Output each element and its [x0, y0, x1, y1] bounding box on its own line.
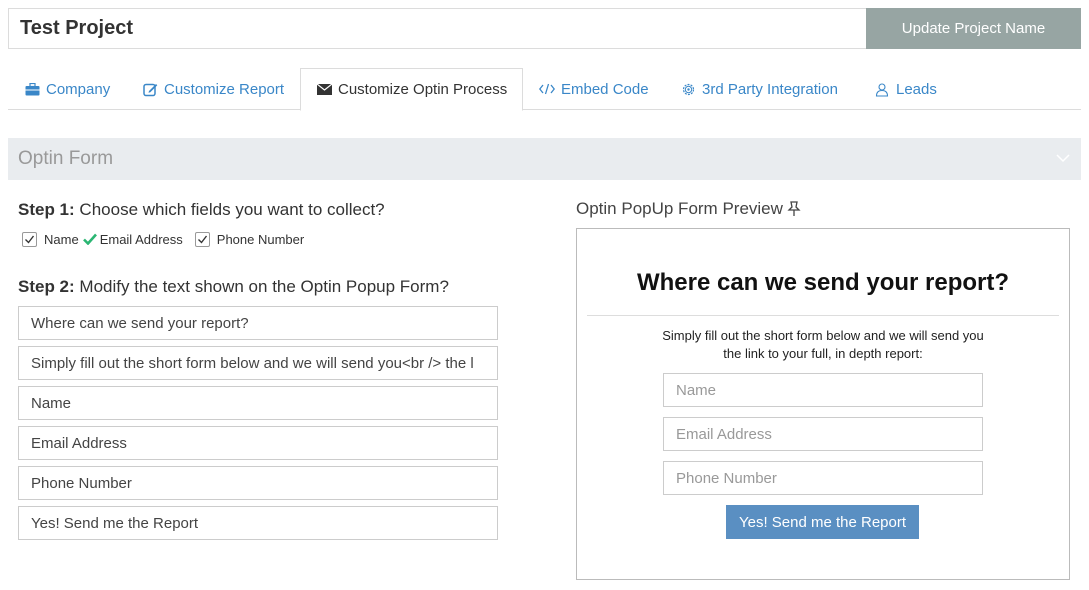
preview-phone-field[interactable]: Phone Number — [663, 461, 983, 495]
email-label-input[interactable]: Email Address — [18, 426, 498, 460]
checkbox-label: Phone Number — [216, 231, 305, 247]
step2-label: Step 2: — [18, 277, 75, 296]
subtext-input[interactable]: Simply fill out the short form below and… — [18, 346, 498, 380]
preview-subtext: Simply fill out the short form below and… — [637, 327, 1009, 363]
checkbox-label: Email Address — [99, 231, 183, 247]
gear-icon — [680, 81, 696, 97]
project-bar: Test Project Update Project Name — [8, 8, 1081, 49]
step2-text: Modify the text shown on the Optin Popup… — [79, 277, 449, 296]
preview-email-field[interactable]: Email Address — [663, 417, 983, 451]
project-title: Test Project — [20, 17, 133, 39]
code-icon — [539, 81, 555, 97]
step1-label: Step 1: — [18, 200, 75, 219]
phone-label-input[interactable]: Phone Number — [18, 466, 498, 500]
tab-embed-code[interactable]: Embed Code — [539, 68, 649, 110]
divider — [587, 315, 1059, 316]
chevron-down-icon — [1055, 150, 1071, 166]
headline-input[interactable]: Where can we send your report? — [18, 306, 498, 340]
envelope-icon — [316, 82, 332, 98]
step1-heading: Step 1: Choose which fields you want to … — [18, 200, 385, 220]
button-text-input[interactable]: Yes! Send me the Report — [18, 506, 498, 540]
preview-name-field[interactable]: Name — [663, 373, 983, 407]
tab-label: Company — [46, 80, 111, 98]
optin-preview: Where can we send your report? Simply fi… — [576, 228, 1070, 580]
tab-customize-optin-process[interactable]: Customize Optin Process — [300, 68, 524, 111]
tab-label: Customize Optin Process — [338, 81, 508, 98]
briefcase-icon — [24, 81, 40, 97]
preview-subtext-line: Simply fill out the short form below and… — [662, 328, 984, 343]
name-label-input[interactable]: Name — [18, 386, 498, 420]
preview-title-text: Optin PopUp Form Preview — [576, 199, 783, 218]
tab-label: Leads — [896, 80, 937, 98]
tab-label: Customize Report — [164, 80, 285, 98]
preview-title: Optin PopUp Form Preview — [576, 199, 801, 219]
tab-leads[interactable]: Leads — [874, 68, 937, 110]
checkbox-phone[interactable] — [194, 231, 210, 247]
users-icon — [874, 81, 890, 97]
section-title: Optin Form — [18, 148, 114, 169]
tab-label: 3rd Party Integration — [702, 80, 838, 98]
tab-label: Embed Code — [561, 80, 649, 98]
update-project-name-button[interactable]: Update Project Name — [866, 8, 1081, 49]
optin-form-accordion[interactable]: Optin Form — [8, 138, 1081, 180]
tab-bar: Company Customize Report Customize Optin… — [8, 68, 1081, 111]
edit-icon — [142, 81, 158, 97]
tab-company[interactable]: Company — [24, 68, 110, 110]
field-checkboxes: Name Email Address Phone Number — [22, 230, 316, 248]
step2-heading: Step 2: Modify the text shown on the Opt… — [18, 277, 449, 297]
tab-3rd-party-integration[interactable]: 3rd Party Integration — [680, 68, 838, 110]
preview-subtext-line: the link to your full, in depth report: — [723, 346, 923, 361]
checkbox-label: Name — [44, 231, 79, 247]
checkmark-icon[interactable] — [82, 233, 97, 245]
checkbox-name[interactable] — [22, 231, 37, 247]
step1-text: Choose which fields you want to collect? — [79, 200, 385, 219]
preview-submit-button[interactable]: Yes! Send me the Report — [726, 505, 919, 539]
pin-icon[interactable] — [787, 201, 801, 217]
tab-customize-report[interactable]: Customize Report — [142, 68, 284, 110]
preview-headline: Where can we send your report? — [636, 269, 1010, 296]
